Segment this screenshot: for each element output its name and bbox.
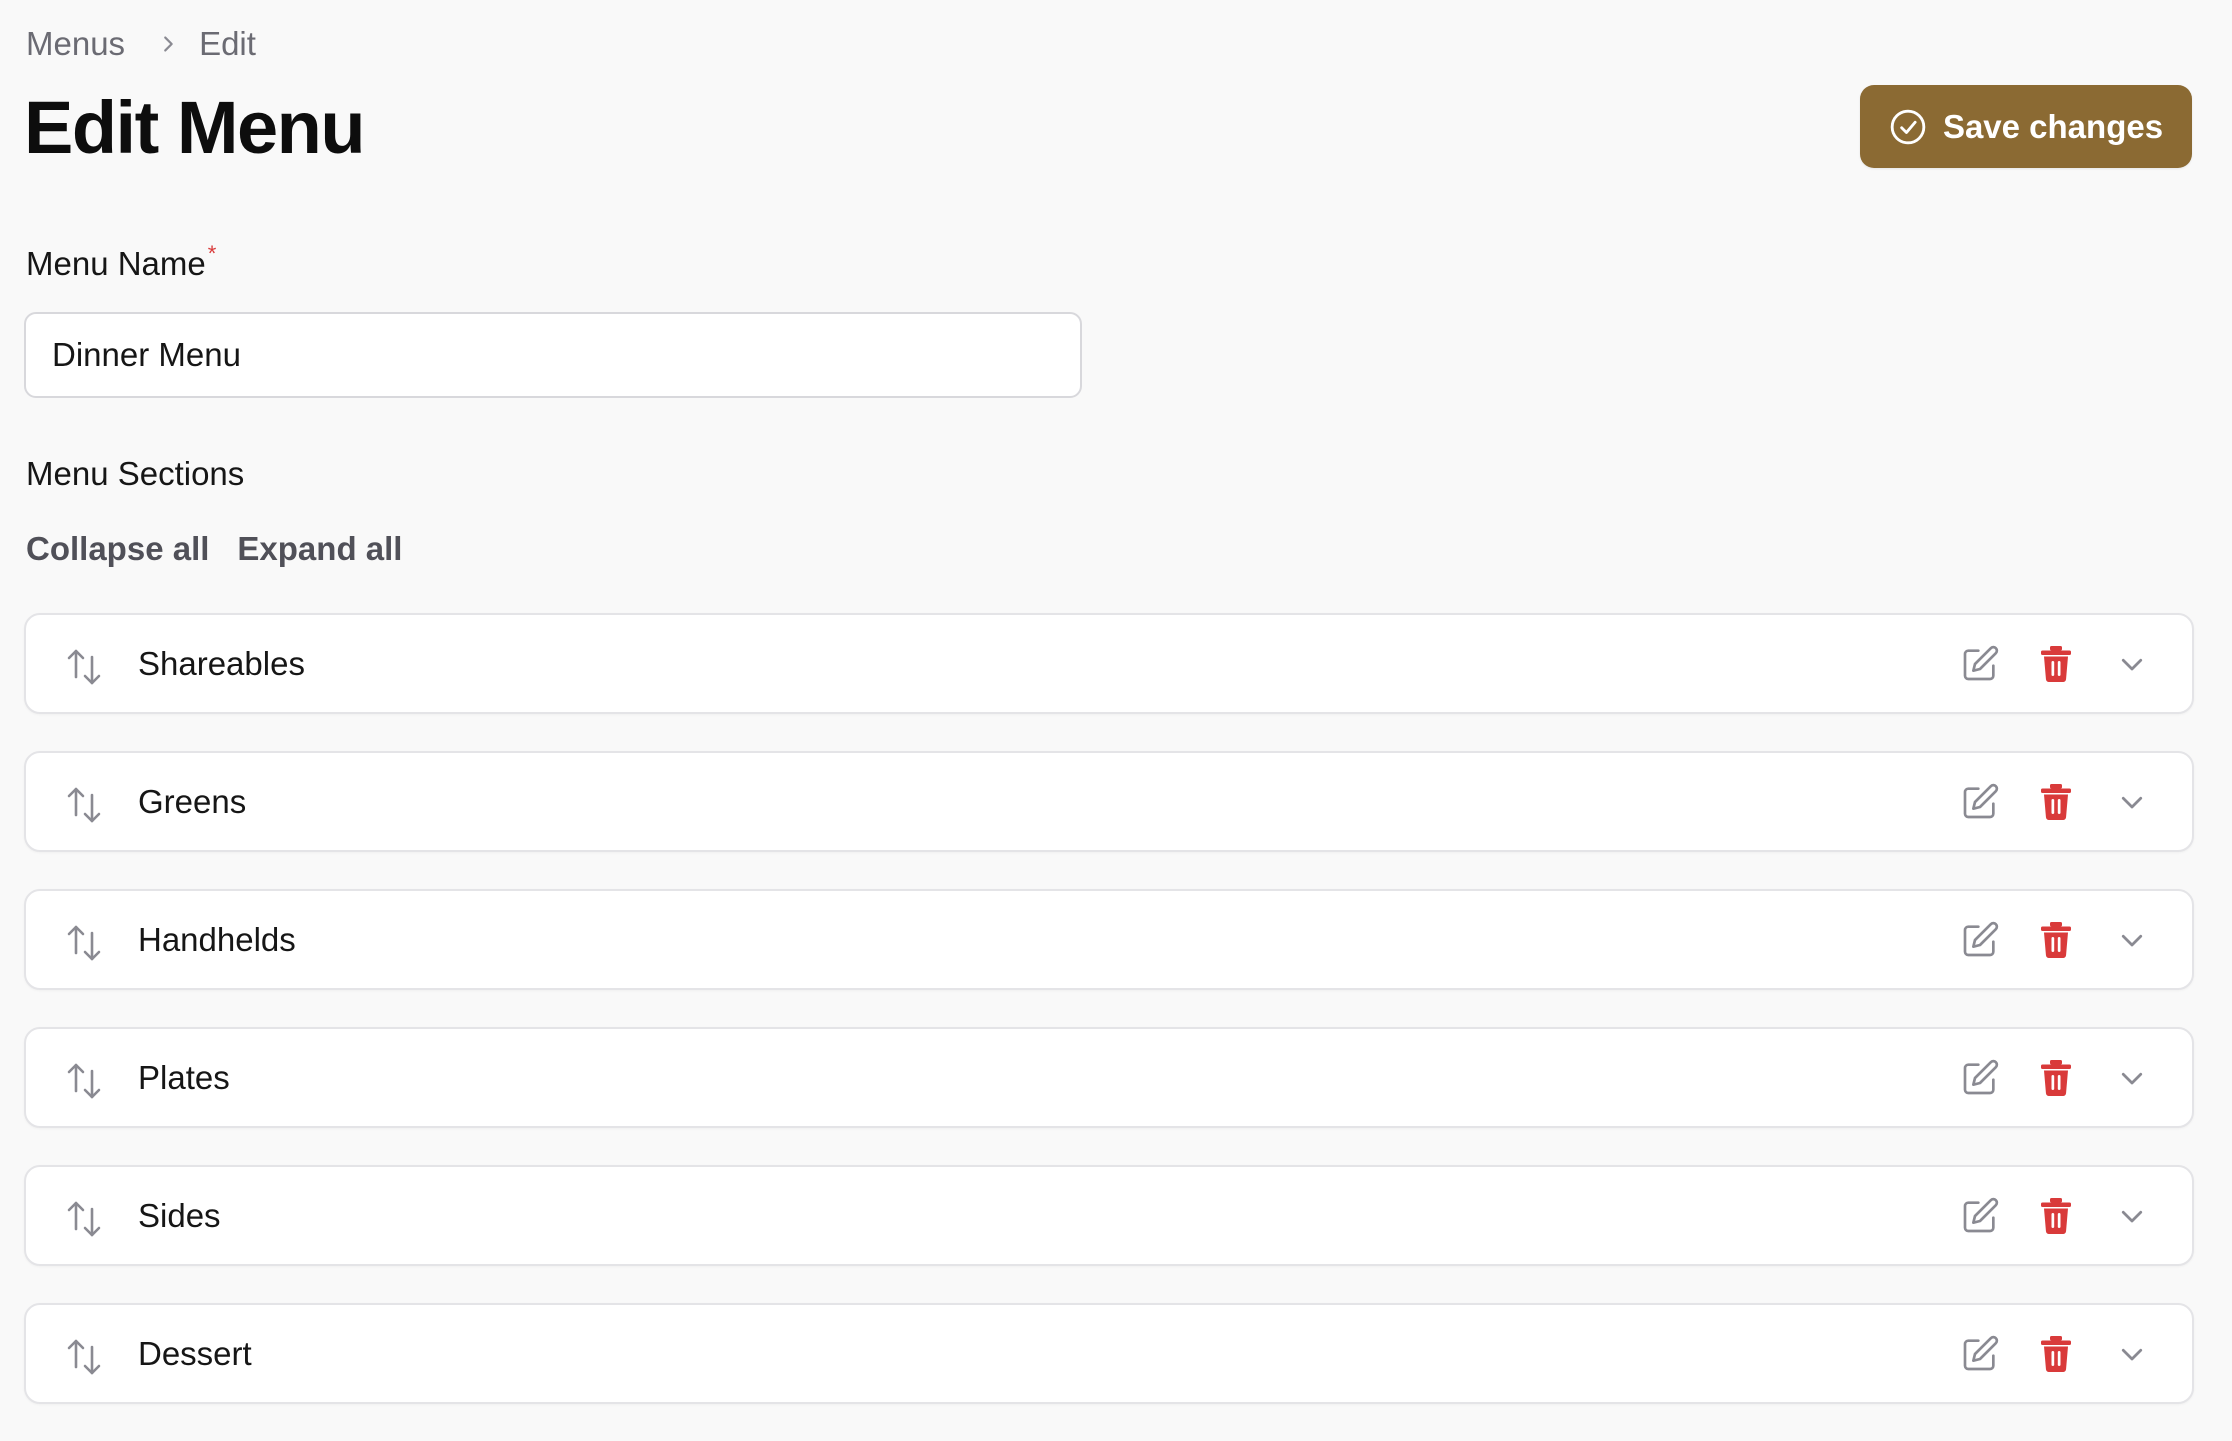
collapse-all-button[interactable]: Collapse all <box>26 530 209 568</box>
menu-name-input[interactable] <box>24 312 1082 398</box>
breadcrumb-item-edit: Edit <box>199 25 256 62</box>
row-actions <box>1960 1305 2152 1402</box>
sort-arrows-icon[interactable] <box>64 923 104 963</box>
edit-section-icon[interactable] <box>1960 920 2000 960</box>
edit-section-icon[interactable] <box>1960 1334 2000 1374</box>
section-row[interactable]: Shareables <box>24 613 2194 714</box>
section-name: Dessert <box>138 1334 252 1372</box>
chevron-down-icon[interactable] <box>2112 782 2152 822</box>
chevron-right-icon <box>157 33 179 55</box>
edit-section-icon[interactable] <box>1960 644 2000 684</box>
menu-name-label-text: Menu Name <box>26 245 206 282</box>
row-actions <box>1960 1029 2152 1126</box>
section-name: Greens <box>138 782 247 820</box>
delete-section-icon[interactable] <box>2036 1334 2076 1374</box>
chevron-down-icon[interactable] <box>2112 644 2152 684</box>
delete-section-icon[interactable] <box>2036 920 2076 960</box>
menu-sections-label: Menu Sections <box>26 455 245 492</box>
section-controls: Collapse all Expand all <box>26 530 402 568</box>
delete-section-icon[interactable] <box>2036 1196 2076 1236</box>
sort-arrows-icon[interactable] <box>64 785 104 825</box>
section-row[interactable]: Sides <box>24 1165 2194 1266</box>
section-row[interactable]: Handhelds <box>24 889 2194 990</box>
section-list: Shareables Greens Handhelds Plates Sides… <box>24 613 2194 1441</box>
save-changes-button[interactable]: Save changes <box>1860 85 2192 168</box>
edit-section-icon[interactable] <box>1960 782 2000 822</box>
delete-section-icon[interactable] <box>2036 644 2076 684</box>
page: Menus Edit Edit Menu Save changes Menu N… <box>0 0 2232 1434</box>
delete-section-icon[interactable] <box>2036 1058 2076 1098</box>
section-name: Shareables <box>138 644 305 682</box>
breadcrumb: Menus Edit <box>26 20 256 68</box>
chevron-down-icon[interactable] <box>2112 1196 2152 1236</box>
edit-section-icon[interactable] <box>1960 1058 2000 1098</box>
expand-all-button[interactable]: Expand all <box>237 530 402 568</box>
chevron-down-icon[interactable] <box>2112 920 2152 960</box>
section-name: Handhelds <box>138 920 296 958</box>
row-actions <box>1960 615 2152 712</box>
row-actions <box>1960 891 2152 988</box>
sort-arrows-icon[interactable] <box>64 1199 104 1239</box>
sort-arrows-icon[interactable] <box>64 1061 104 1101</box>
chevron-down-icon[interactable] <box>2112 1058 2152 1098</box>
sort-arrows-icon[interactable] <box>64 647 104 687</box>
breadcrumb-item-menus[interactable]: Menus <box>26 25 125 63</box>
save-changes-label: Save changes <box>1942 107 2164 145</box>
section-row[interactable]: Plates <box>24 1027 2194 1128</box>
sort-arrows-icon[interactable] <box>64 1337 104 1377</box>
section-name: Plates <box>138 1058 230 1096</box>
menu-name-label: Menu Name* <box>26 241 216 283</box>
delete-section-icon[interactable] <box>2036 782 2076 822</box>
page-title: Edit Menu <box>24 86 366 169</box>
edit-section-icon[interactable] <box>1960 1196 2000 1236</box>
chevron-down-icon[interactable] <box>2112 1334 2152 1374</box>
check-circle-icon <box>1889 108 1927 146</box>
section-row[interactable]: Dessert <box>24 1303 2194 1404</box>
section-name: Sides <box>138 1196 221 1234</box>
row-actions <box>1960 753 2152 850</box>
row-actions <box>1960 1167 2152 1264</box>
section-row[interactable]: Greens <box>24 751 2194 852</box>
required-asterisk: * <box>207 241 217 266</box>
